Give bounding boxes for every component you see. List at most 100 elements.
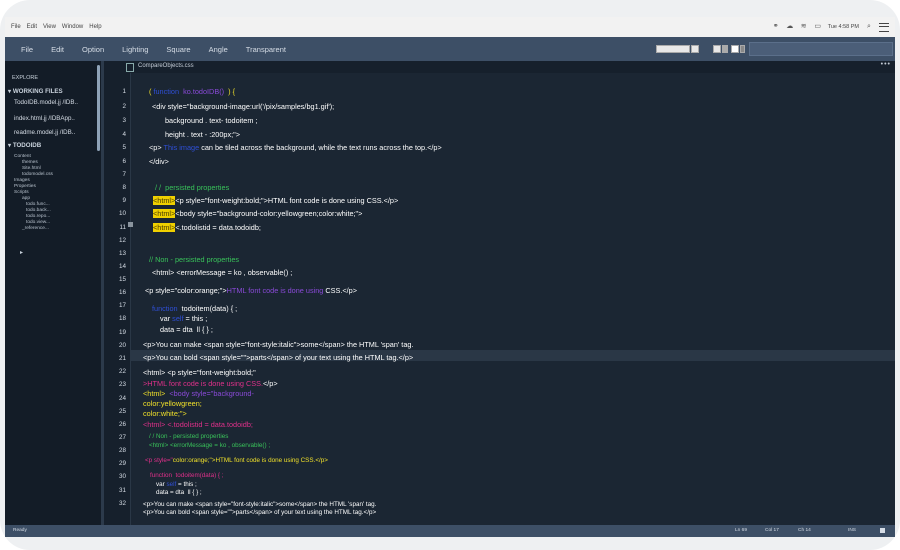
status-column: Col 17 [765,528,779,533]
line-number: 17 [118,302,126,309]
status-mode[interactable]: INS [848,528,856,533]
color-swatch-arrow[interactable] [722,45,728,53]
cloud-icon[interactable]: ☁ [786,23,794,30]
toolbar-controls [656,42,895,56]
tab-compareobjects[interactable]: CompareObjects.css [138,63,194,69]
toolbar-edit[interactable]: Edit [51,45,64,54]
tree-item[interactable]: Scripts [14,190,29,195]
line-number: 23 [118,381,126,388]
code-line: <html> <p style="font-weight:bold;" [143,368,256,377]
menu-file[interactable]: File [11,24,21,30]
toolbar-option[interactable]: Option [82,45,104,54]
line-number: 30 [118,473,126,480]
tree-item[interactable]: todomodel.css [22,172,53,177]
menu-view[interactable]: View [43,24,56,30]
tree-item[interactable]: Images [14,178,30,183]
status-ready: Ready [13,528,27,533]
code-line: color:yellowgreen; [143,399,202,408]
code-line: / / persisted properties [155,183,230,192]
code-line: <html><p style="font-weight:bold;">HTML … [153,196,399,205]
line-number: 21 [118,355,126,362]
line-number: 8 [122,184,126,191]
sidebar-working-files-heading[interactable]: ▾ WORKING FILES [8,88,63,95]
tab-menu-icon[interactable]: ••• [881,61,891,68]
battery-icon[interactable]: ▭ [814,23,822,30]
sidebar-file-item[interactable]: readme.model.jj /IDB.. [14,129,75,136]
tree-item[interactable]: _reference... [22,226,49,231]
tree-item[interactable]: Properties [14,184,36,189]
code-line: <html><.todolistid = data.todoidb; [153,223,261,232]
clock: Tue 4:58 PM [827,24,859,30]
tree-item[interactable]: themes [22,160,38,165]
collapse-arrow-icon[interactable]: ▸ [20,249,23,256]
menu-help[interactable]: Help [89,24,101,30]
line-number: 10 [118,210,126,217]
code-line: <p> This image can be tiled across the b… [149,143,442,152]
code-line: >HTML font code is done using CSS.</p> [143,379,278,388]
line-number: 20 [118,342,126,349]
line-number: 19 [118,329,126,336]
line-number: 6 [122,158,126,165]
size-field[interactable] [656,45,690,53]
toolbar-square[interactable]: Square [166,45,190,54]
sidebar-explore-heading: EXPLORE [12,75,38,81]
tree-item[interactable]: Site.html [22,166,41,171]
breakpoint-marker[interactable] [128,222,133,227]
wifi-icon[interactable]: ≋ [800,23,808,30]
code-line: background . text- todoitem ; [165,116,258,125]
line-number: 13 [118,250,126,257]
sidebar-file-item[interactable]: TodoIDB.model.jj /IDB.. [14,99,78,106]
line-number: 5 [122,144,126,151]
hamburger-menu-icon[interactable] [879,22,889,32]
line-number: 29 [118,460,126,467]
sidebar-project-heading[interactable]: ▾ TODOIDB [8,142,41,149]
code-line: </div> [149,157,169,166]
tree-item[interactable]: todo.view... [26,220,50,225]
toolbar-angle[interactable]: Angle [209,45,228,54]
tree-item[interactable]: todo.func... [26,202,50,207]
size-field-arrow[interactable] [691,45,699,53]
line-number: 32 [118,500,126,507]
toolbar-search-input[interactable] [749,42,893,56]
sidebar: EXPLORE ▾ WORKING FILES TodoIDB.model.jj… [5,61,101,525]
search-icon[interactable]: ⌕ [865,23,873,30]
tree-item[interactable]: Content [14,154,31,159]
status-indicator-icon[interactable] [880,528,885,533]
line-number: 3 [122,117,126,124]
line-number: 9 [122,197,126,204]
menu-window[interactable]: Window [62,24,83,30]
code-line: <html> <.todolistid = data.todoidb; [143,420,253,429]
system-menubar: File Edit View Window Help ⚭ ☁ ≋ ▭ Tue 4… [5,17,895,37]
toolbar-lighting[interactable]: Lighting [122,45,148,54]
code-line: ( function ko.todoIDB() ) { [149,87,236,96]
color-swatch-2-arrow[interactable] [740,45,745,53]
sidebar-scrollbar[interactable] [97,65,100,151]
code-line: var self = this ; [156,481,197,488]
link-icon[interactable]: ⚭ [772,23,780,30]
editor-tabbar: CompareObjects.css ••• [104,61,895,73]
tree-item[interactable]: todo.repo... [26,214,50,219]
code-line: function todoitem(data) { ; [152,304,238,313]
line-number: 31 [118,487,126,494]
color-swatch-2[interactable] [731,45,739,53]
code-line: <div style="background-image:url('/pix/s… [152,102,335,111]
app-screen: File Edit View Window Help ⚭ ☁ ≋ ▭ Tue 4… [5,17,895,537]
menu-edit[interactable]: Edit [27,24,37,30]
toolbar-transparent[interactable]: Transparent [246,45,286,54]
line-number: 4 [122,131,126,138]
tree-item[interactable]: todo.back... [26,208,51,213]
sidebar-file-item[interactable]: index.html.jj /IDBApp.. [14,115,75,122]
app-toolbar: File Edit Option Lighting Square Angle T… [5,37,895,61]
line-number: 1 [122,88,126,95]
device-frame: File Edit View Window Help ⚭ ☁ ≋ ▭ Tue 4… [0,0,900,550]
status-char: Ch 14 [798,528,811,533]
code-line: <p>You can bold <span style="">parts</sp… [143,353,414,362]
code-line: <p style="color:orange;">HTML font code … [145,286,357,295]
color-swatch-1[interactable] [713,45,721,53]
code-line: / / Non - persisted properties [149,433,229,440]
code-line: function todoitem(data) { ; [150,472,224,479]
tree-item[interactable]: app [22,196,30,201]
code-line: <html> <errorMessage = ko , observable()… [152,268,293,277]
toolbar-file[interactable]: File [21,45,33,54]
code-line: <html> <body style="background- [143,389,254,398]
